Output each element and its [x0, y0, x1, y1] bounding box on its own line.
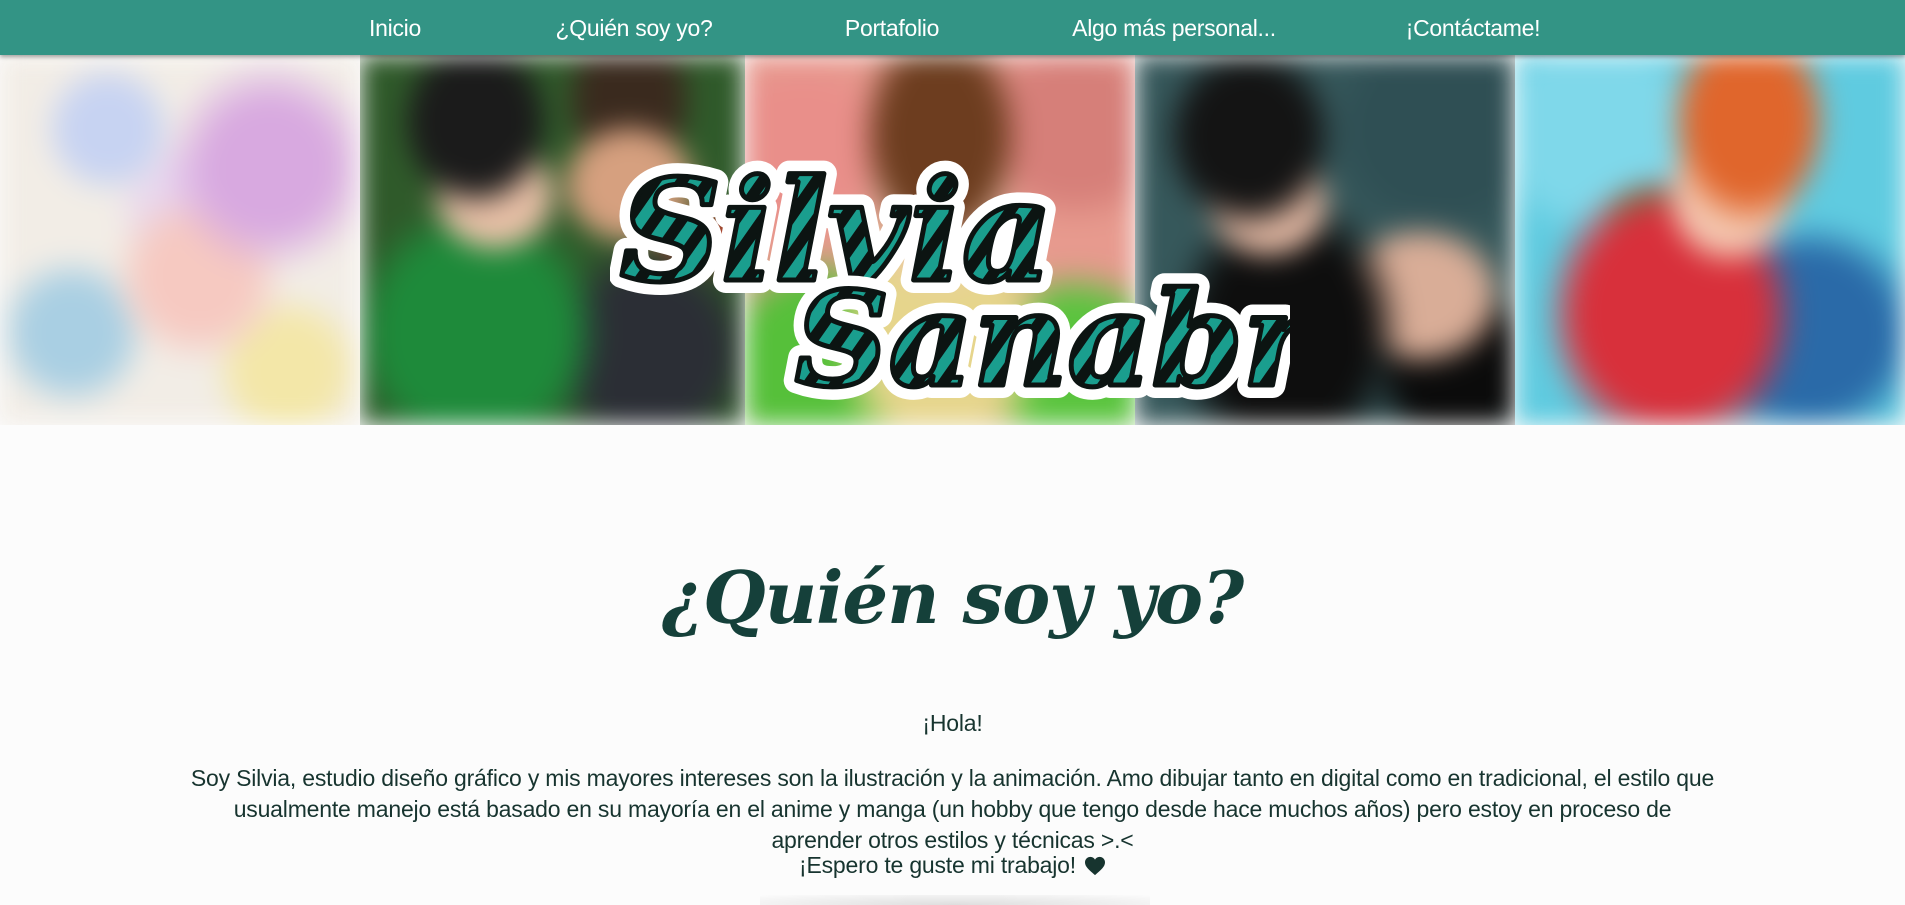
closing-line: ¡Espero te guste mi trabajo! — [799, 850, 1106, 881]
closing-paragraph: ¡Espero te guste mi trabajo! — [190, 850, 1715, 881]
greeting-text: ¡Hola! — [922, 710, 983, 736]
section-title: ¿Quién soy yo? — [661, 555, 1244, 640]
scroll-shadow — [760, 895, 1150, 905]
hero-banner: Silvia Silvia Sanabria Sanabria — [0, 55, 1905, 425]
intro-paragraph: Soy Silvia, estudio diseño gráfico y mis… — [190, 765, 1715, 853]
banner-artwork-panel-1 — [0, 55, 360, 425]
main-navbar: Inicio ¿Quién soy yo? Portafolio Algo má… — [0, 0, 1905, 55]
logo-line-2: Sanabria — [795, 263, 1290, 410]
site-logo: Silvia Silvia Sanabria Sanabria — [610, 140, 1290, 410]
nav-link-portafolio[interactable]: Portafolio — [845, 0, 939, 55]
nav-link-quien-soy-yo[interactable]: ¿Quién soy yo? — [556, 0, 713, 55]
nav-link-algo-mas-personal[interactable]: Algo más personal... — [1072, 0, 1276, 55]
closing-text: ¡Espero te guste mi trabajo! — [799, 852, 1076, 878]
heart-icon — [1084, 856, 1105, 875]
nav-link-inicio[interactable]: Inicio — [369, 0, 421, 55]
banner-artwork-panel-5 — [1515, 55, 1905, 425]
nav-link-contactame[interactable]: ¡Contáctame! — [1406, 0, 1541, 55]
